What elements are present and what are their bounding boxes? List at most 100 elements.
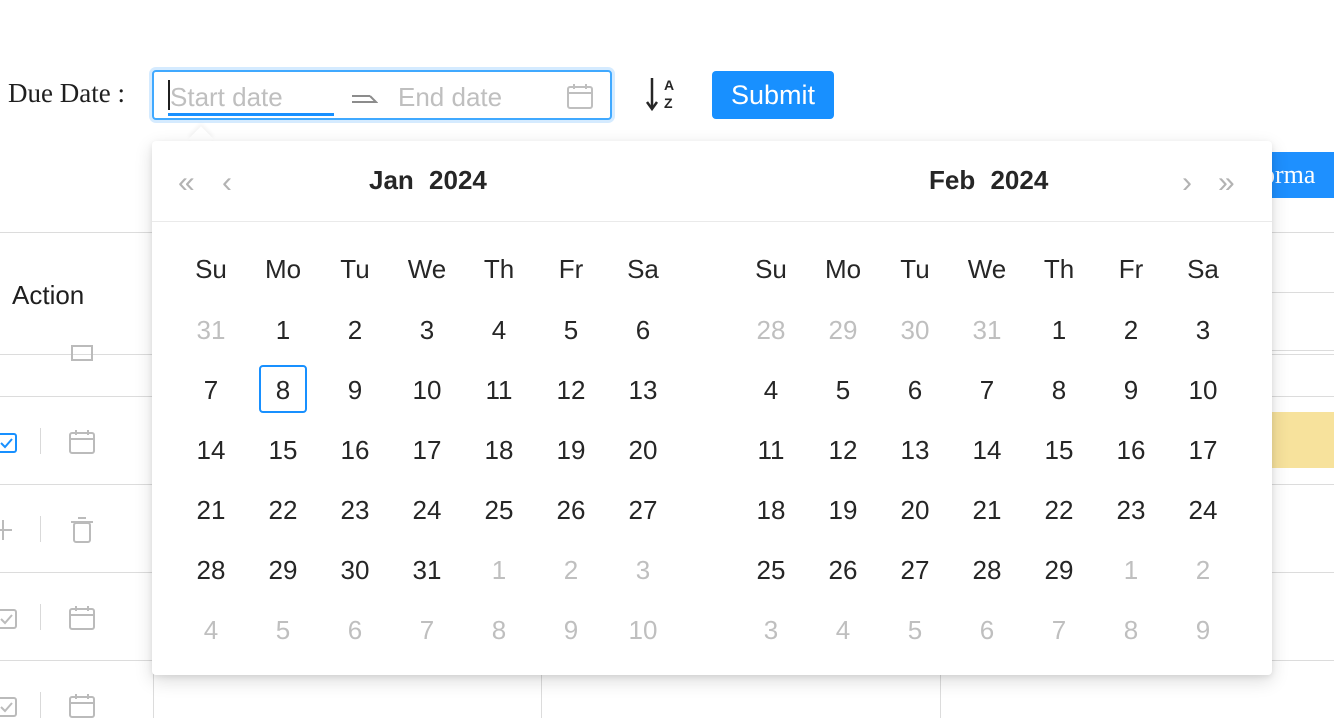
right-year-label[interactable]: 2024 xyxy=(990,165,1048,195)
day-cell[interactable]: 24 xyxy=(391,479,463,539)
day-cell[interactable]: 20 xyxy=(879,479,951,539)
day-cell-outside[interactable]: 4 xyxy=(807,599,879,659)
day-cell[interactable]: 28 xyxy=(951,539,1023,599)
day-cell[interactable]: 3 xyxy=(1167,299,1239,359)
calendar-check-icon[interactable] xyxy=(0,604,22,632)
day-cell-outside[interactable]: 28 xyxy=(735,299,807,359)
day-cell-outside[interactable]: 8 xyxy=(463,599,535,659)
day-cell[interactable]: 19 xyxy=(807,479,879,539)
day-cell[interactable]: 20 xyxy=(607,419,679,479)
day-cell-outside[interactable]: 1 xyxy=(463,539,535,599)
right-month-label[interactable]: Feb xyxy=(929,165,975,195)
day-cell-outside[interactable]: 7 xyxy=(1023,599,1095,659)
day-cell-outside[interactable]: 3 xyxy=(735,599,807,659)
day-cell[interactable]: 15 xyxy=(1023,419,1095,479)
day-cell[interactable]: 9 xyxy=(319,359,391,419)
day-cell[interactable]: 26 xyxy=(535,479,607,539)
day-cell-outside[interactable]: 6 xyxy=(951,599,1023,659)
day-cell[interactable]: 15 xyxy=(247,419,319,479)
day-cell[interactable]: 8 xyxy=(1023,359,1095,419)
day-cell[interactable]: 1 xyxy=(247,299,319,359)
day-cell[interactable]: 22 xyxy=(247,479,319,539)
day-cell[interactable]: 16 xyxy=(319,419,391,479)
day-cell-outside[interactable]: 31 xyxy=(175,299,247,359)
day-cell[interactable]: 21 xyxy=(951,479,1023,539)
day-cell[interactable]: 28 xyxy=(175,539,247,599)
day-cell-today[interactable]: 8 xyxy=(247,359,319,419)
prev-year-button[interactable]: « xyxy=(178,168,195,198)
day-cell-outside[interactable]: 10 xyxy=(607,599,679,659)
day-cell[interactable]: 18 xyxy=(463,419,535,479)
day-cell[interactable]: 11 xyxy=(463,359,535,419)
day-cell[interactable]: 4 xyxy=(735,359,807,419)
day-cell-outside[interactable]: 8 xyxy=(1095,599,1167,659)
day-cell-outside[interactable]: 2 xyxy=(1167,539,1239,599)
day-cell[interactable]: 13 xyxy=(607,359,679,419)
day-cell[interactable]: 27 xyxy=(879,539,951,599)
calendar-icon[interactable] xyxy=(68,428,96,456)
day-cell[interactable]: 29 xyxy=(1023,539,1095,599)
day-cell[interactable]: 5 xyxy=(807,359,879,419)
day-cell[interactable]: 11 xyxy=(735,419,807,479)
day-cell[interactable]: 14 xyxy=(175,419,247,479)
day-cell[interactable]: 2 xyxy=(1095,299,1167,359)
day-cell[interactable]: 6 xyxy=(879,359,951,419)
day-cell-outside[interactable]: 4 xyxy=(175,599,247,659)
day-cell-outside[interactable]: 9 xyxy=(1167,599,1239,659)
start-date-input[interactable]: Start date xyxy=(170,82,283,113)
date-range-input[interactable]: Start date End date xyxy=(152,70,612,120)
calendar-icon[interactable] xyxy=(68,692,96,718)
day-cell[interactable]: 31 xyxy=(391,539,463,599)
day-cell-outside[interactable]: 1 xyxy=(1095,539,1167,599)
day-cell[interactable]: 10 xyxy=(391,359,463,419)
calendar-icon[interactable] xyxy=(566,82,594,110)
day-cell[interactable]: 22 xyxy=(1023,479,1095,539)
day-cell-outside[interactable]: 31 xyxy=(951,299,1023,359)
day-cell-outside[interactable]: 6 xyxy=(319,599,391,659)
day-cell[interactable]: 23 xyxy=(319,479,391,539)
day-cell[interactable]: 12 xyxy=(535,359,607,419)
left-year-label[interactable]: 2024 xyxy=(429,165,487,195)
sort-alpha-icon[interactable]: A Z xyxy=(644,74,684,114)
calendar-icon[interactable] xyxy=(68,344,96,364)
day-cell[interactable]: 13 xyxy=(879,419,951,479)
day-cell[interactable]: 25 xyxy=(735,539,807,599)
left-month-label[interactable]: Jan xyxy=(369,165,414,195)
day-cell[interactable]: 3 xyxy=(391,299,463,359)
day-cell[interactable]: 24 xyxy=(1167,479,1239,539)
day-cell[interactable]: 9 xyxy=(1095,359,1167,419)
end-date-input[interactable]: End date xyxy=(398,82,502,113)
day-cell[interactable]: 25 xyxy=(463,479,535,539)
day-cell-outside[interactable]: 2 xyxy=(535,539,607,599)
plus-icon[interactable] xyxy=(0,516,18,544)
day-cell[interactable]: 19 xyxy=(535,419,607,479)
day-cell-outside[interactable]: 29 xyxy=(807,299,879,359)
day-cell[interactable]: 17 xyxy=(391,419,463,479)
day-cell-outside[interactable]: 5 xyxy=(247,599,319,659)
calendar-icon[interactable] xyxy=(68,604,96,632)
day-cell[interactable]: 4 xyxy=(463,299,535,359)
day-cell[interactable]: 23 xyxy=(1095,479,1167,539)
day-cell[interactable]: 30 xyxy=(319,539,391,599)
day-cell-outside[interactable]: 3 xyxy=(607,539,679,599)
day-cell[interactable]: 29 xyxy=(247,539,319,599)
day-cell[interactable]: 18 xyxy=(735,479,807,539)
day-cell[interactable]: 26 xyxy=(807,539,879,599)
day-cell[interactable]: 16 xyxy=(1095,419,1167,479)
delete-icon[interactable] xyxy=(68,516,96,544)
day-cell[interactable]: 2 xyxy=(319,299,391,359)
next-month-button[interactable]: › xyxy=(1182,168,1192,198)
day-cell[interactable]: 21 xyxy=(175,479,247,539)
day-cell[interactable]: 27 xyxy=(607,479,679,539)
day-cell[interactable]: 14 xyxy=(951,419,1023,479)
day-cell[interactable]: 17 xyxy=(1167,419,1239,479)
day-cell-outside[interactable]: 5 xyxy=(879,599,951,659)
day-cell-outside[interactable]: 30 xyxy=(879,299,951,359)
day-cell-outside[interactable]: 7 xyxy=(391,599,463,659)
calendar-check-icon[interactable] xyxy=(0,428,22,456)
calendar-check-icon[interactable] xyxy=(0,692,22,718)
next-year-button[interactable]: » xyxy=(1218,168,1235,198)
prev-month-button[interactable]: ‹ xyxy=(222,168,232,198)
day-cell[interactable]: 7 xyxy=(175,359,247,419)
day-cell[interactable]: 1 xyxy=(1023,299,1095,359)
